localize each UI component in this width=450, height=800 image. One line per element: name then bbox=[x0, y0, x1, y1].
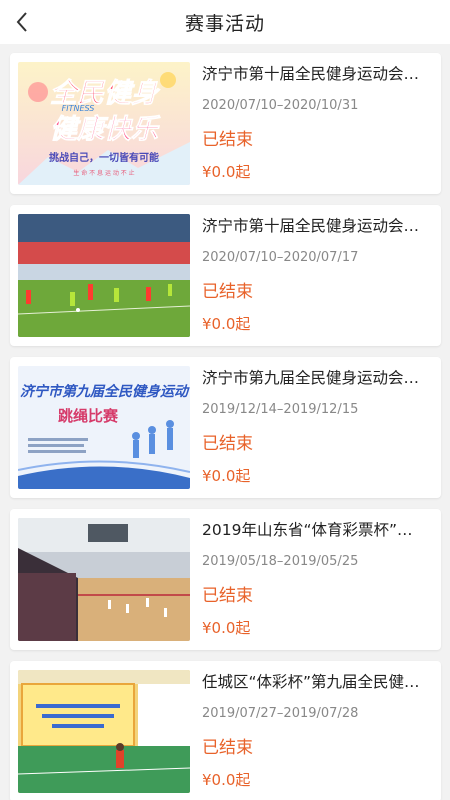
back-button[interactable] bbox=[6, 6, 38, 38]
event-price: ¥0.0起 bbox=[202, 315, 251, 333]
event-date: 2020/07/10–2020/07/17 bbox=[202, 250, 359, 265]
event-status: 已结束 bbox=[202, 130, 253, 150]
poster-line2: 健康快乐 bbox=[50, 114, 161, 145]
event-name: 2019年山东省“体育彩票杯”… bbox=[202, 521, 413, 539]
event-status: 已结束 bbox=[202, 738, 253, 758]
poster-line2: 跳绳比赛 bbox=[58, 407, 119, 425]
nav-bar: 赛事活动 bbox=[0, 0, 450, 44]
event-card[interactable]: 济宁市第十届全民健身运动会… 2020/07/10–2020/07/17 已结束… bbox=[10, 205, 441, 346]
event-thumbnail: 全民健身 FITNESS 健康快乐 挑战自己，一切皆有可能 生 命 不 息 运 … bbox=[18, 62, 190, 185]
event-price: ¥0.0起 bbox=[202, 771, 251, 789]
event-status: 已结束 bbox=[202, 434, 253, 454]
event-thumbnail bbox=[18, 670, 190, 793]
event-status: 已结束 bbox=[202, 586, 253, 606]
event-price: ¥0.0起 bbox=[202, 619, 251, 637]
event-list[interactable]: 全民健身 FITNESS 健康快乐 挑战自己，一切皆有可能 生 命 不 息 运 … bbox=[0, 44, 450, 800]
event-card[interactable]: 济宁市第九届全民健身运动 跳绳比赛 济宁市第九届全民健身运动会… 2019/12… bbox=[10, 357, 441, 498]
poster-motto: 生 命 不 息 运 动 不 止 bbox=[73, 169, 134, 177]
event-date: 2019/05/18–2019/05/25 bbox=[202, 554, 359, 569]
event-name: 济宁市第十届全民健身运动会… bbox=[202, 217, 420, 235]
event-name: 济宁市第九届全民健身运动会… bbox=[202, 369, 420, 387]
event-date: 2019/12/14–2019/12/15 bbox=[202, 402, 359, 417]
event-thumbnail bbox=[18, 518, 190, 641]
event-card[interactable]: 任城区“体彩杯”第九届全民健… 2019/07/27–2019/07/28 已结… bbox=[10, 661, 441, 800]
event-date: 2020/07/10–2020/10/31 bbox=[202, 98, 359, 113]
poster-english: FITNESS bbox=[62, 104, 95, 113]
event-date: 2019/07/27–2019/07/28 bbox=[202, 706, 359, 721]
event-price: ¥0.0起 bbox=[202, 163, 251, 181]
page-title: 赛事活动 bbox=[184, 12, 265, 35]
event-card[interactable]: 全民健身 FITNESS 健康快乐 挑战自己，一切皆有可能 生 命 不 息 运 … bbox=[10, 53, 441, 194]
poster-slogan: 挑战自己，一切皆有可能 bbox=[49, 151, 159, 164]
event-card[interactable]: 2019年山东省“体育彩票杯”… 2019/05/18–2019/05/25 已… bbox=[10, 509, 441, 650]
event-status: 已结束 bbox=[202, 282, 253, 302]
event-name: 任城区“体彩杯”第九届全民健… bbox=[202, 673, 420, 691]
event-thumbnail: 济宁市第九届全民健身运动 跳绳比赛 bbox=[18, 366, 190, 489]
event-name: 济宁市第十届全民健身运动会… bbox=[202, 65, 420, 83]
chevron-left-icon bbox=[16, 12, 27, 32]
event-price: ¥0.0起 bbox=[202, 467, 251, 485]
event-thumbnail bbox=[18, 214, 190, 337]
poster-line1: 济宁市第九届全民健身运动 bbox=[20, 383, 190, 400]
